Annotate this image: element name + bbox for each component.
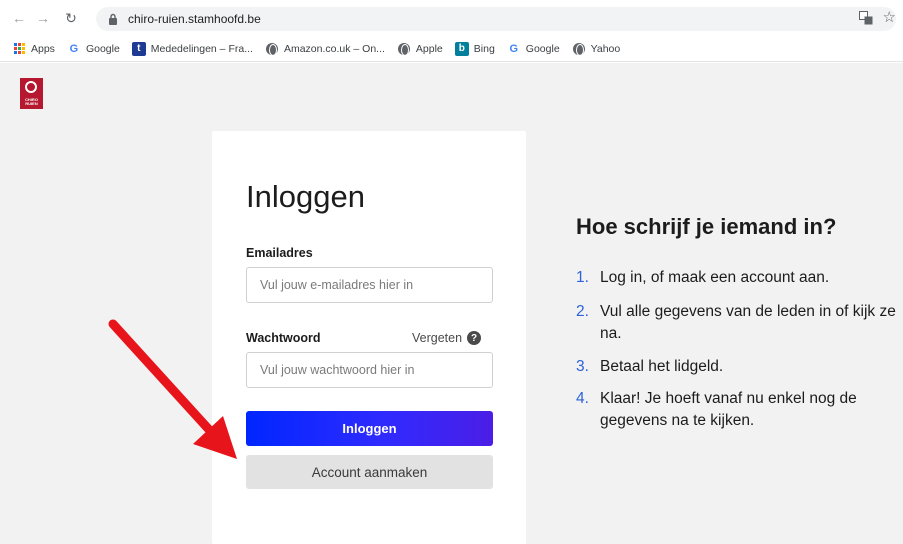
bookmark-star-icon[interactable]: ☆	[883, 10, 896, 26]
globe-icon	[397, 42, 411, 56]
logo-mark-icon	[25, 81, 37, 93]
list-item: 3. Betaal het lidgeld.	[576, 356, 903, 378]
lock-icon	[108, 12, 120, 26]
bookmark-yahoo[interactable]: Yahoo	[572, 42, 621, 56]
step-text: Vul alle gegevens van de leden in of kij…	[600, 303, 896, 342]
forward-arrow-icon[interactable]: →	[32, 7, 54, 29]
step-number: 3.	[576, 358, 589, 375]
bing-icon: b	[454, 41, 469, 56]
step-number: 2.	[576, 303, 589, 320]
chiro-ruien-logo[interactable]: CHIRO RUIEN	[20, 78, 43, 109]
bookmarks-bar: Apps G Google t Mededelingen – Fra... Am…	[0, 36, 903, 62]
omnibox-actions: ☆	[858, 10, 896, 26]
browser-toolbar: ← → ↻ chiro-ruien.stamhoofd.be ☆	[0, 0, 903, 36]
page-content: CHIRO RUIEN Inloggen Emailadres Wachtwoo…	[0, 63, 903, 544]
bookmark-label: Google	[525, 42, 560, 55]
bookmark-label: Apple	[415, 42, 443, 55]
bookmark-label: Yahoo	[590, 42, 621, 55]
list-item: 2. Vul alle gegevens van de leden in of …	[576, 301, 903, 345]
globe-icon	[572, 42, 586, 56]
step-number: 4.	[576, 390, 589, 407]
help-icon: ?	[467, 331, 482, 345]
password-label: Wachtwoord	[246, 331, 321, 345]
info-title: Hoe schrijf je iemand in?	[576, 214, 837, 239]
email-input[interactable]	[246, 267, 493, 303]
step-text: Klaar! Je hoeft vanaf nu enkel nog de ge…	[600, 390, 857, 429]
back-arrow-icon[interactable]: ←	[8, 7, 30, 29]
create-account-button[interactable]: Account aanmaken	[246, 455, 493, 489]
bookmark-amazon[interactable]: Amazon.co.uk – On...	[265, 42, 385, 56]
step-number: 1.	[576, 269, 589, 286]
google-icon: G	[509, 42, 519, 55]
google-icon: G	[69, 42, 79, 55]
annotation-arrow-icon	[108, 319, 237, 459]
email-label: Emailadres	[246, 246, 313, 260]
reload-icon[interactable]: ↻	[60, 7, 82, 29]
list-item: 1. Log in, of maak een account aan.	[576, 267, 903, 289]
t-icon: t	[131, 41, 146, 56]
bookmark-mededelingen[interactable]: t Mededelingen – Fra...	[131, 41, 253, 56]
bookmark-label: Apps	[31, 42, 55, 55]
globe-icon	[265, 42, 279, 56]
list-item: 4. Klaar! Je hoeft vanaf nu enkel nog de…	[576, 388, 903, 432]
password-input[interactable]	[246, 352, 493, 388]
steps-list: 1. Log in, of maak een account aan. 2. V…	[576, 267, 903, 448]
bookmark-label: Bing	[473, 42, 495, 55]
logo-text: CHIRO RUIEN	[25, 97, 38, 106]
bookmark-label: Amazon.co.uk – On...	[283, 42, 385, 55]
url-text: chiro-ruien.stamhoofd.be	[128, 12, 261, 26]
translate-icon[interactable]	[858, 11, 873, 25]
bookmark-label: Mededelingen – Fra...	[150, 42, 253, 55]
bookmark-apps[interactable]: Apps	[12, 42, 55, 56]
apps-grid-icon	[12, 42, 26, 56]
forgot-password-link[interactable]: Vergeten ?	[412, 331, 482, 345]
bookmark-apple[interactable]: Apple	[397, 42, 443, 56]
step-text: Betaal het lidgeld.	[600, 358, 724, 375]
login-button[interactable]: Inloggen	[246, 411, 493, 446]
forgot-label: Vergeten	[412, 331, 463, 345]
step-text: Log in, of maak een account aan.	[600, 269, 830, 286]
login-card: Inloggen Emailadres Wachtwoord Vergeten …	[212, 131, 526, 544]
login-title: Inloggen	[246, 179, 365, 214]
bookmark-bing[interactable]: b Bing	[454, 41, 495, 56]
bookmark-label: Google	[85, 42, 120, 55]
address-bar[interactable]: chiro-ruien.stamhoofd.be ☆	[96, 7, 896, 31]
bookmark-google-2[interactable]: G Google	[507, 42, 560, 56]
bookmark-google[interactable]: G Google	[67, 42, 120, 56]
